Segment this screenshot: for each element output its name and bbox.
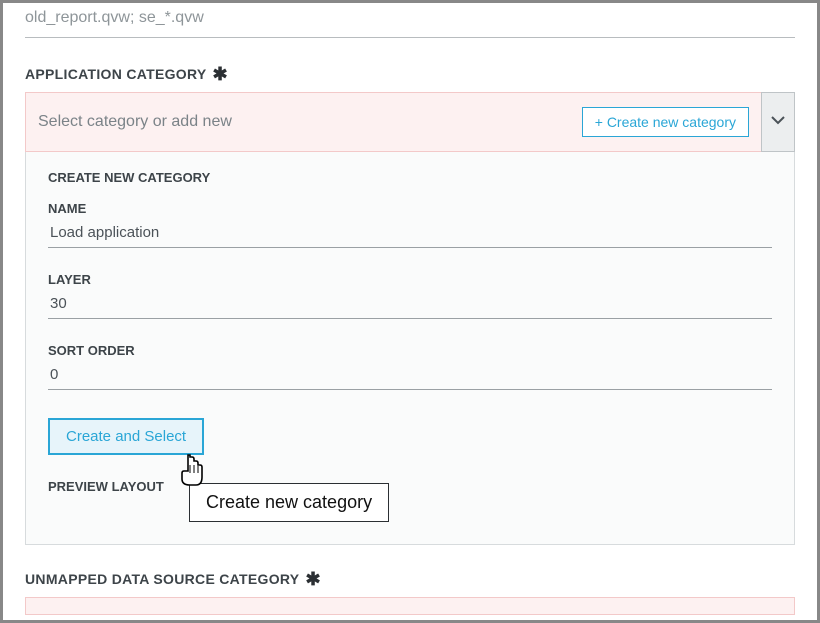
layer-input[interactable] (48, 289, 772, 319)
create-new-category-button[interactable]: + Create new category (582, 107, 749, 137)
required-icon: ✱ (305, 572, 320, 586)
file-pattern-input[interactable] (25, 3, 795, 38)
create-and-select-button[interactable]: Create and Select (48, 418, 204, 455)
chevron-down-icon (770, 112, 786, 133)
sort-order-label: SORT ORDER (48, 343, 772, 358)
tooltip: Create new category (189, 483, 389, 522)
unmapped-category-select[interactable] (25, 597, 795, 615)
application-category-select-row: Select category or add new + Create new … (25, 92, 795, 152)
preview-layout-label: PREVIEW LAYOUT (48, 479, 772, 494)
unmapped-category-label: UNMAPPED DATA SOURCE CATEGORY (25, 571, 299, 587)
application-category-select[interactable]: Select category or add new + Create new … (25, 92, 761, 152)
name-label: NAME (48, 201, 772, 216)
config-panel: APPLICATION CATEGORY ✱ Select category o… (0, 0, 820, 623)
sort-order-input[interactable] (48, 360, 772, 390)
unmapped-category-header: UNMAPPED DATA SOURCE CATEGORY ✱ (25, 571, 795, 587)
create-category-title: CREATE NEW CATEGORY (48, 170, 772, 185)
create-category-panel: CREATE NEW CATEGORY NAME LAYER SORT ORDE… (25, 152, 795, 545)
application-category-placeholder: Select category or add new (38, 113, 232, 131)
layer-label: LAYER (48, 272, 772, 287)
application-category-label: APPLICATION CATEGORY (25, 66, 207, 82)
name-input[interactable] (48, 218, 772, 248)
application-category-header: APPLICATION CATEGORY ✱ (25, 66, 795, 82)
required-icon: ✱ (213, 67, 228, 81)
application-category-dropdown[interactable] (761, 92, 795, 152)
